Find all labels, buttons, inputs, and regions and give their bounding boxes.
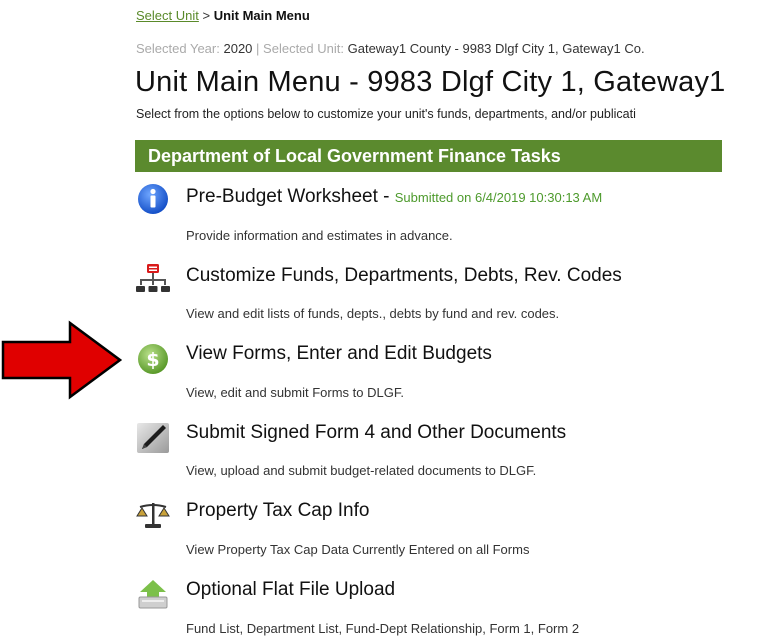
red-arrow-icon (0, 320, 123, 400)
upload-icon[interactable] (136, 577, 170, 611)
task-view-forms[interactable]: View Forms, Enter and Edit Budgets (186, 343, 492, 365)
pen-sign-icon[interactable] (136, 420, 170, 454)
task-description: View and edit lists of funds, depts., de… (186, 306, 560, 321)
select-unit-link[interactable]: Select Unit (136, 8, 199, 23)
selected-year-value: 2020 (223, 41, 253, 56)
task-description: View Property Tax Cap Data Currently Ent… (186, 542, 530, 557)
org-chart-icon[interactable] (136, 262, 170, 296)
selection-info: Selected Year: 2020 | Selected Unit: Gat… (136, 41, 645, 56)
selected-unit-label: Selected Unit: (263, 41, 344, 56)
task-flat-file-upload[interactable]: Optional Flat File Upload (186, 579, 395, 601)
task-status: Submitted on 6/4/2019 10:30:13 AM (394, 190, 603, 205)
selection-divider: | (256, 41, 260, 56)
task-pre-budget-worksheet[interactable]: Pre-Budget Worksheet - Submitted on 6/4/… (186, 186, 602, 208)
task-customize-funds[interactable]: Customize Funds, Departments, Debts, Rev… (186, 265, 622, 287)
task-property-tax-cap[interactable]: Property Tax Cap Info (186, 500, 369, 522)
page-title: Unit Main Menu - 9983 Dlgf City 1, Gatew… (135, 66, 726, 98)
section-header: Department of Local Government Finance T… (135, 140, 722, 172)
page-intro: Select from the options below to customi… (136, 107, 636, 121)
breadcrumb-current: Unit Main Menu (213, 8, 310, 23)
breadcrumb-separator: > (202, 8, 211, 23)
breadcrumb: Select Unit > Unit Main Menu (136, 8, 310, 23)
task-title-dash: - (383, 186, 390, 207)
scales-icon[interactable] (136, 498, 170, 532)
section-header-text: Department of Local Government Finance T… (148, 146, 561, 166)
selected-unit-value: Gateway1 County - 9983 Dlgf City 1, Gate… (347, 41, 645, 56)
task-description: Provide information and estimates in adv… (186, 228, 453, 243)
info-icon[interactable] (136, 182, 170, 216)
task-description: View, edit and submit Forms to DLGF. (186, 385, 404, 400)
svg-text:$: $ (146, 349, 159, 371)
task-description: View, upload and submit budget-related d… (186, 463, 537, 478)
selected-year-label: Selected Year: (136, 41, 220, 56)
dollar-coin-icon[interactable]: $ (136, 342, 170, 376)
task-title-label[interactable]: Pre-Budget Worksheet (186, 186, 378, 207)
task-submit-signed-form[interactable]: Submit Signed Form 4 and Other Documents (186, 422, 566, 444)
task-description: Fund List, Department List, Fund-Dept Re… (186, 621, 580, 636)
